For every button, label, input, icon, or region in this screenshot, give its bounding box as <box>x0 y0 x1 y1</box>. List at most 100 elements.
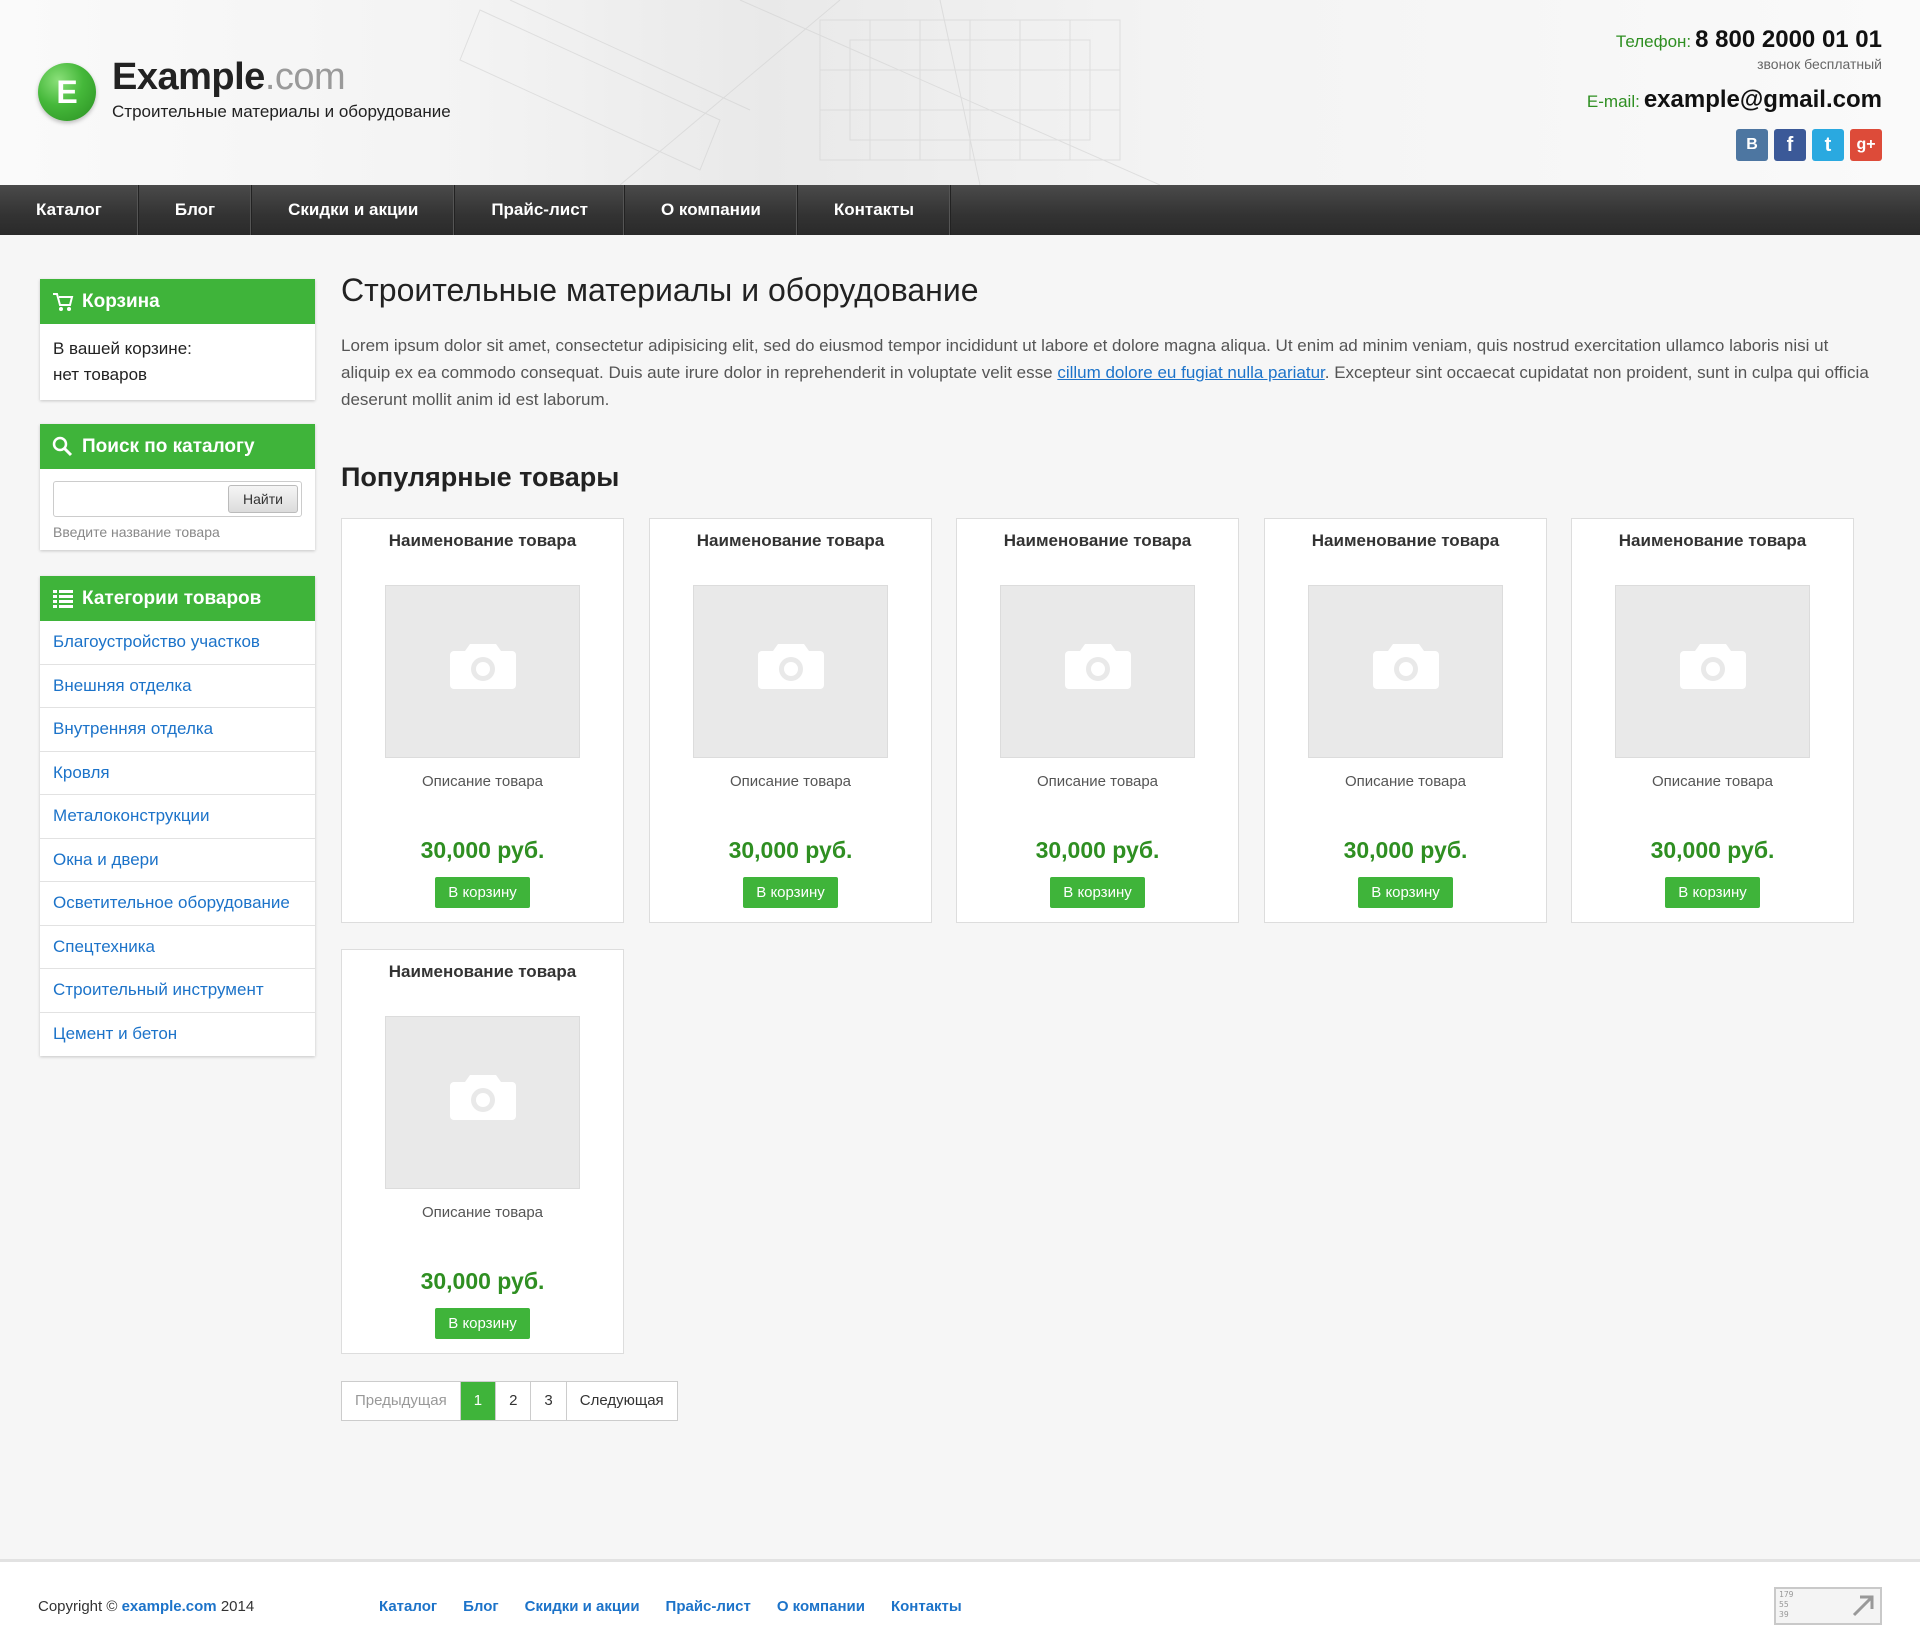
intro-link[interactable]: cillum dolore eu fugiat nulla pariatur <box>1057 363 1324 382</box>
categories-list: Благоустройство участков Внешняя отделка… <box>40 621 315 1056</box>
product-card: Наименование товара Описание товара 30,0… <box>1571 518 1854 923</box>
logo-name[interactable]: Example.com <box>112 56 346 99</box>
camera-icon <box>1065 644 1131 689</box>
footer-link-contacts[interactable]: Контакты <box>891 1598 962 1615</box>
logo-icon[interactable]: E <box>38 63 96 121</box>
categories-block-header: Категории товаров <box>40 576 315 621</box>
nav-item-catalog[interactable]: Каталог <box>0 185 139 235</box>
product-description: Описание товара <box>421 773 544 790</box>
google-plus-icon[interactable]: g+ <box>1850 129 1882 161</box>
logo-name-tld: .com <box>264 56 346 98</box>
category-item[interactable]: Спецтехника <box>40 926 315 969</box>
category-item[interactable]: Благоустройство участков <box>40 621 315 665</box>
product-image-placeholder[interactable] <box>385 1016 580 1189</box>
vk-icon[interactable]: B <box>1736 129 1768 161</box>
add-to-cart-button[interactable]: В корзину <box>1358 877 1453 908</box>
pagination-next[interactable]: Следующая <box>567 1382 677 1420</box>
product-description: Описание товара <box>1651 773 1774 790</box>
search-button[interactable]: Найти <box>228 485 298 513</box>
intro-text: Lorem ipsum dolor sit amet, consectetur … <box>341 332 1881 413</box>
camera-icon <box>450 1075 516 1120</box>
product-card: Наименование товара Описание товара 30,0… <box>341 518 624 923</box>
copyright-brand-link[interactable]: example.com <box>122 1598 217 1615</box>
product-image-placeholder[interactable] <box>693 585 888 758</box>
category-item[interactable]: Окна и двери <box>40 839 315 882</box>
product-image-placeholder[interactable] <box>1000 585 1195 758</box>
list-icon <box>53 589 73 608</box>
nav-item-about[interactable]: О компании <box>625 185 798 235</box>
footer-link-catalog[interactable]: Каталог <box>379 1598 437 1615</box>
nav-item-discounts[interactable]: Скидки и акции <box>252 185 456 235</box>
search-box: Найти <box>53 481 302 517</box>
counter-number: 179 <box>1779 1590 1794 1599</box>
product-price: 30,000 руб. <box>728 837 853 863</box>
product-description: Описание товара <box>1036 773 1159 790</box>
product-image-placeholder[interactable] <box>1615 585 1810 758</box>
product-image-placeholder[interactable] <box>385 585 580 758</box>
counter-number: 55 <box>1779 1600 1789 1609</box>
search-block: Поиск по каталогу Найти Введите название… <box>40 424 315 550</box>
phone-note: звонок бесплатный <box>1757 56 1882 72</box>
product-card: Наименование товара Описание товара 30,0… <box>1264 518 1547 923</box>
footer-link-blog[interactable]: Блог <box>463 1598 499 1615</box>
visit-counter[interactable]: 179 55 39 <box>1774 1587 1882 1625</box>
nav-item-price-list[interactable]: Прайс-лист <box>455 185 625 235</box>
product-name[interactable]: Наименование товара <box>342 531 623 551</box>
social-links: B f t g+ <box>1736 129 1882 161</box>
search-block-header: Поиск по каталогу <box>40 424 315 469</box>
product-name[interactable]: Наименование товара <box>957 531 1238 551</box>
category-item[interactable]: Металоконструкции <box>40 795 315 839</box>
pagination-page-3[interactable]: 3 <box>531 1382 567 1420</box>
pagination-prev[interactable]: Предыдущая <box>342 1382 461 1420</box>
twitter-icon[interactable]: t <box>1812 129 1844 161</box>
main-nav: Каталог Блог Скидки и акции Прайс-лист О… <box>0 185 1920 235</box>
product-name[interactable]: Наименование товара <box>1572 531 1853 551</box>
footer-link-price-list[interactable]: Прайс-лист <box>666 1598 751 1615</box>
add-to-cart-button[interactable]: В корзину <box>1050 877 1145 908</box>
add-to-cart-button[interactable]: В корзину <box>435 877 530 908</box>
category-item[interactable]: Цемент и бетон <box>40 1013 315 1057</box>
phone-value[interactable]: 8 800 2000 01 01 <box>1695 26 1882 53</box>
camera-icon <box>1680 644 1746 689</box>
footer-link-about[interactable]: О компании <box>777 1598 865 1615</box>
footer-nav: Каталог Блог Скидки и акции Прайс-лист О… <box>379 1598 962 1615</box>
add-to-cart-button[interactable]: В корзину <box>435 1308 530 1339</box>
product-name[interactable]: Наименование товара <box>1265 531 1546 551</box>
email-value[interactable]: example@gmail.com <box>1644 86 1882 113</box>
footer-link-discounts[interactable]: Скидки и акции <box>525 1598 640 1615</box>
search-hint: Введите название товара <box>53 524 220 540</box>
nav-item-contacts[interactable]: Контакты <box>798 185 952 235</box>
phone-contact: Телефон: 8 800 2000 01 01 <box>1616 26 1882 54</box>
facebook-icon[interactable]: f <box>1774 129 1806 161</box>
product-price: 30,000 руб. <box>1343 837 1468 863</box>
category-item[interactable]: Внешняя отделка <box>40 665 315 708</box>
product-image-placeholder[interactable] <box>1308 585 1503 758</box>
category-item[interactable]: Внутренняя отделка <box>40 708 315 752</box>
phone-label: Телефон: <box>1615 32 1692 51</box>
add-to-cart-button[interactable]: В корзину <box>743 877 838 908</box>
product-description: Описание товара <box>1344 773 1467 790</box>
category-item[interactable]: Осветительное оборудование <box>40 882 315 926</box>
blueprint-background <box>459 0 1161 185</box>
cart-status-line2: нет товаров <box>53 365 148 384</box>
camera-icon <box>450 644 516 689</box>
search-input[interactable] <box>60 483 230 515</box>
cart-body: В вашей корзине: нет товаров <box>40 324 315 400</box>
copyright-year: 2014 <box>220 1598 255 1615</box>
cart-block-header: Корзина <box>40 279 315 324</box>
product-card: Наименование товара Описание товара 30,0… <box>341 949 624 1354</box>
page-title: Строительные материалы и оборудование <box>341 272 979 308</box>
counter-numbers: 179 55 39 <box>1779 1590 1793 1620</box>
category-item[interactable]: Кровля <box>40 752 315 795</box>
pagination-page-1[interactable]: 1 <box>460 1382 497 1420</box>
nav-item-blog[interactable]: Блог <box>139 185 253 235</box>
category-item[interactable]: Строительный инструмент <box>40 969 315 1013</box>
product-description: Описание товара <box>421 1204 544 1221</box>
product-name[interactable]: Наименование товара <box>342 962 623 982</box>
categories-block: Категории товаров Благоустройство участк… <box>40 576 315 1056</box>
pagination-page-2[interactable]: 2 <box>496 1382 532 1420</box>
product-name[interactable]: Наименование товара <box>650 531 931 551</box>
add-to-cart-button[interactable]: В корзину <box>1665 877 1760 908</box>
pagination: Предыдущая 1 2 3 Следующая <box>341 1381 678 1421</box>
camera-icon <box>758 644 824 689</box>
